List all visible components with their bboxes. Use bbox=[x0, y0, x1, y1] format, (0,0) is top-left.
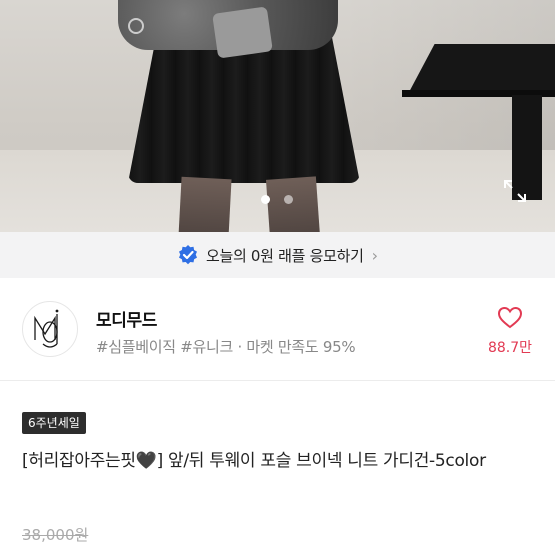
photo-skirt bbox=[128, 38, 360, 183]
store-satisfaction: 마켓 만족도 95% bbox=[246, 338, 356, 356]
store-tags: #심플베이직 #유니크 bbox=[96, 338, 234, 356]
like-button[interactable]: 88.7만 bbox=[482, 304, 538, 360]
section-divider bbox=[0, 380, 555, 381]
verified-badge-icon bbox=[177, 244, 199, 266]
store-tags-line: #심플베이직 #유니크 · 마켓 만족도 95% bbox=[96, 336, 356, 357]
photo-table bbox=[408, 44, 555, 94]
photo-belt-ring bbox=[128, 18, 144, 34]
expand-icon[interactable] bbox=[502, 178, 528, 204]
chevron-right-icon: › bbox=[371, 245, 379, 265]
store-logo[interactable] bbox=[22, 301, 78, 357]
product-title: [허리잡아주는핏🖤] 앞/뒤 투웨이 포슬 브이넥 니트 가디건-5color bbox=[22, 451, 486, 471]
product-image-carousel[interactable] bbox=[0, 0, 555, 232]
store-name[interactable]: 모디무드 bbox=[96, 306, 157, 331]
carousel-dot-active[interactable] bbox=[261, 195, 270, 204]
raffle-text: 오늘의 0원 래플 응모하기 bbox=[205, 246, 364, 265]
like-count: 88.7만 bbox=[487, 340, 533, 356]
sale-badge: 6주년세일 bbox=[22, 412, 86, 434]
carousel-dot[interactable] bbox=[284, 195, 293, 204]
original-price: 38,000원 bbox=[22, 526, 89, 544]
photo-cardigan-detail bbox=[212, 6, 273, 59]
raffle-banner[interactable]: 오늘의 0원 래플 응모하기 › bbox=[0, 232, 555, 278]
tag-separator: · bbox=[237, 338, 242, 356]
photo-leg-left bbox=[178, 176, 232, 232]
photo-leg-right bbox=[265, 176, 321, 232]
store-info: 모디무드 #심플베이직 #유니크 · 마켓 만족도 95% 88.7만 bbox=[0, 278, 555, 376]
